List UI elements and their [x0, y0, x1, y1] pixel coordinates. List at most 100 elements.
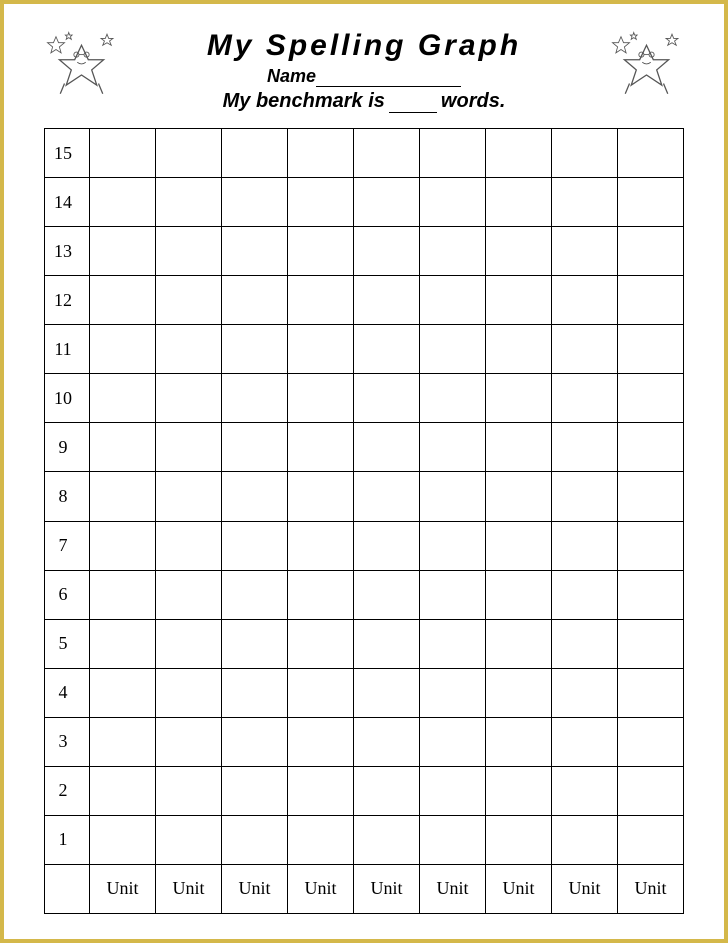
grid-cell[interactable] [486, 325, 552, 374]
grid-cell[interactable] [90, 815, 156, 864]
grid-cell[interactable] [156, 227, 222, 276]
grid-cell[interactable] [354, 178, 420, 227]
grid-cell[interactable] [552, 472, 618, 521]
grid-cell[interactable] [288, 227, 354, 276]
grid-cell[interactable] [552, 423, 618, 472]
grid-cell[interactable] [354, 668, 420, 717]
grid-cell[interactable] [618, 668, 684, 717]
grid-cell[interactable] [354, 717, 420, 766]
grid-cell[interactable] [618, 178, 684, 227]
grid-cell[interactable] [156, 668, 222, 717]
grid-cell[interactable] [420, 668, 486, 717]
grid-cell[interactable] [222, 668, 288, 717]
grid-cell[interactable] [420, 766, 486, 815]
grid-cell[interactable] [486, 129, 552, 178]
grid-cell[interactable] [156, 325, 222, 374]
grid-cell[interactable] [354, 619, 420, 668]
grid-cell[interactable] [156, 374, 222, 423]
grid-cell[interactable] [156, 815, 222, 864]
grid-cell[interactable] [156, 619, 222, 668]
grid-cell[interactable] [288, 325, 354, 374]
grid-cell[interactable] [486, 815, 552, 864]
grid-cell[interactable] [90, 668, 156, 717]
grid-cell[interactable] [618, 423, 684, 472]
grid-cell[interactable] [486, 717, 552, 766]
grid-cell[interactable] [90, 717, 156, 766]
grid-cell[interactable] [618, 129, 684, 178]
grid-cell[interactable] [288, 521, 354, 570]
grid-cell[interactable] [288, 472, 354, 521]
grid-cell[interactable] [90, 619, 156, 668]
grid-cell[interactable] [486, 619, 552, 668]
grid-cell[interactable] [222, 472, 288, 521]
grid-cell[interactable] [288, 570, 354, 619]
grid-cell[interactable] [354, 374, 420, 423]
grid-cell[interactable] [486, 472, 552, 521]
grid-cell[interactable] [156, 423, 222, 472]
grid-cell[interactable] [486, 374, 552, 423]
grid-cell[interactable] [420, 129, 486, 178]
grid-cell[interactable] [354, 570, 420, 619]
grid-cell[interactable] [486, 570, 552, 619]
grid-cell[interactable] [222, 815, 288, 864]
grid-cell[interactable] [156, 570, 222, 619]
grid-cell[interactable] [618, 227, 684, 276]
grid-cell[interactable] [222, 227, 288, 276]
grid-cell[interactable] [486, 668, 552, 717]
grid-cell[interactable] [222, 619, 288, 668]
grid-cell[interactable] [618, 276, 684, 325]
grid-cell[interactable] [354, 227, 420, 276]
grid-cell[interactable] [420, 619, 486, 668]
grid-cell[interactable] [354, 472, 420, 521]
grid-cell[interactable] [90, 178, 156, 227]
grid-cell[interactable] [288, 717, 354, 766]
grid-cell[interactable] [288, 276, 354, 325]
grid-cell[interactable] [420, 374, 486, 423]
grid-cell[interactable] [354, 815, 420, 864]
grid-cell[interactable] [552, 374, 618, 423]
name-blank[interactable] [316, 69, 461, 87]
grid-cell[interactable] [552, 521, 618, 570]
grid-cell[interactable] [288, 423, 354, 472]
grid-cell[interactable] [618, 717, 684, 766]
grid-cell[interactable] [156, 766, 222, 815]
grid-cell[interactable] [552, 717, 618, 766]
grid-cell[interactable] [354, 129, 420, 178]
grid-cell[interactable] [156, 717, 222, 766]
grid-cell[interactable] [222, 766, 288, 815]
grid-cell[interactable] [222, 276, 288, 325]
grid-cell[interactable] [486, 423, 552, 472]
grid-cell[interactable] [354, 325, 420, 374]
grid-cell[interactable] [486, 178, 552, 227]
grid-cell[interactable] [90, 325, 156, 374]
grid-cell[interactable] [288, 129, 354, 178]
grid-cell[interactable] [354, 276, 420, 325]
grid-cell[interactable] [354, 766, 420, 815]
grid-cell[interactable] [354, 521, 420, 570]
grid-cell[interactable] [618, 815, 684, 864]
grid-cell[interactable] [420, 325, 486, 374]
grid-cell[interactable] [486, 227, 552, 276]
grid-cell[interactable] [618, 472, 684, 521]
grid-cell[interactable] [618, 570, 684, 619]
grid-cell[interactable] [552, 668, 618, 717]
grid-cell[interactable] [420, 815, 486, 864]
grid-cell[interactable] [222, 178, 288, 227]
grid-cell[interactable] [222, 325, 288, 374]
grid-cell[interactable] [552, 129, 618, 178]
grid-cell[interactable] [90, 570, 156, 619]
grid-cell[interactable] [288, 668, 354, 717]
grid-cell[interactable] [90, 521, 156, 570]
grid-cell[interactable] [420, 178, 486, 227]
benchmark-blank[interactable] [389, 95, 437, 113]
grid-cell[interactable] [90, 766, 156, 815]
grid-cell[interactable] [288, 619, 354, 668]
grid-cell[interactable] [420, 423, 486, 472]
grid-cell[interactable] [222, 423, 288, 472]
grid-cell[interactable] [420, 521, 486, 570]
grid-cell[interactable] [90, 374, 156, 423]
grid-cell[interactable] [156, 521, 222, 570]
grid-cell[interactable] [354, 423, 420, 472]
grid-cell[interactable] [618, 521, 684, 570]
grid-cell[interactable] [420, 276, 486, 325]
